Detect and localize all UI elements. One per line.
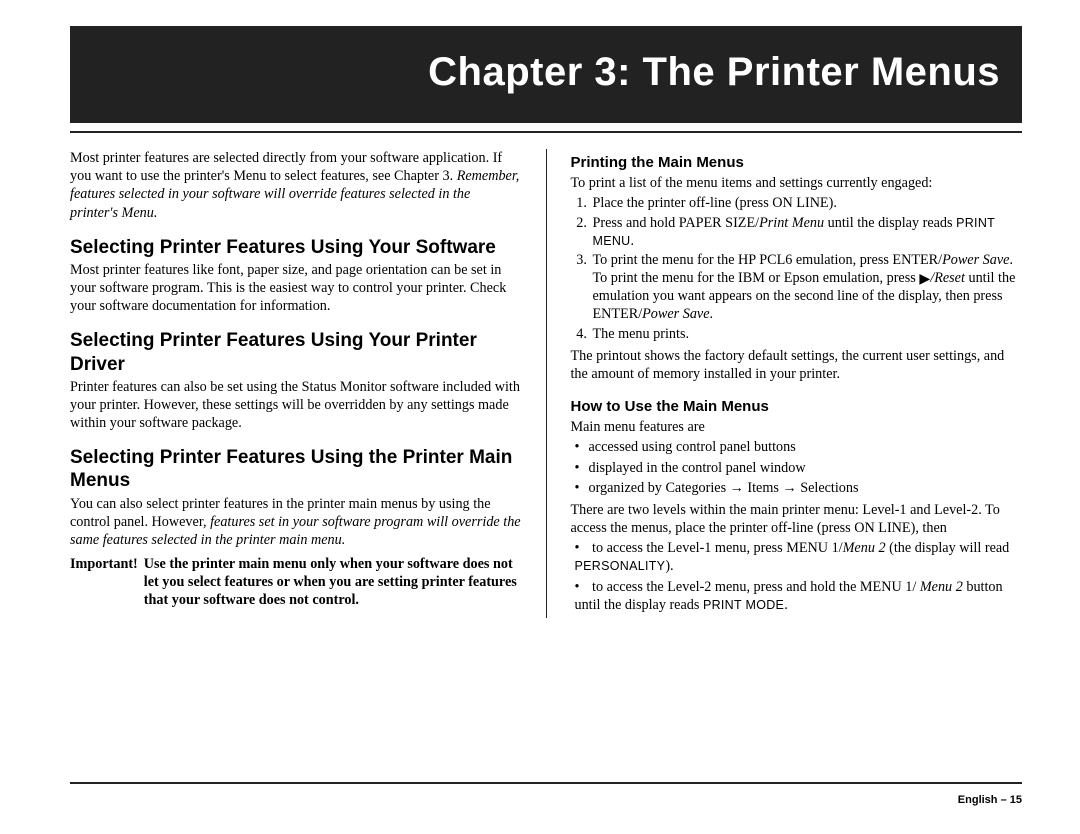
important-text: Use the printer main menu only when your… (144, 555, 522, 610)
heading-driver: Selecting Printer Features Using Your Pr… (70, 329, 522, 375)
heading-software: Selecting Printer Features Using Your So… (70, 236, 522, 259)
chapter-banner: Chapter 3: The Printer Menus (70, 26, 1022, 123)
howto-intro: Main menu features are (570, 418, 1022, 436)
heading-printing: Printing the Main Menus (570, 153, 1022, 172)
step-3: To print the menu for the HP PCL6 emulat… (590, 251, 1022, 324)
heading-howto: How to Use the Main Menus (570, 397, 1022, 416)
right-column: Printing the Main Menus To print a list … (570, 149, 1022, 618)
bottom-rule (70, 782, 1022, 784)
step-2: Press and hold PAPER SIZE/Print Menu unt… (590, 214, 1022, 250)
page: Chapter 3: The Printer Menus Most printe… (0, 0, 1080, 834)
step-1: Place the printer off-line (press ON LIN… (590, 194, 1022, 212)
bullet-3: organized by Categories → Items → Select… (574, 479, 1022, 497)
chapter-title: Chapter 3: The Printer Menus (428, 50, 1000, 94)
levels-paragraph: There are two levels within the main pri… (570, 501, 1022, 537)
level-bullets: to access the Level-1 menu, press MENU 1… (570, 539, 1022, 614)
paragraph-software: Most printer features like font, paper s… (70, 261, 522, 316)
paragraph-main-menus: You can also select printer features in … (70, 495, 522, 550)
intro-paragraph: Most printer features are selected direc… (70, 149, 522, 222)
top-rule (70, 131, 1022, 133)
bullet-2: displayed in the control panel window (574, 459, 1022, 477)
left-column: Most printer features are selected direc… (70, 149, 522, 618)
content-columns: Most printer features are selected direc… (70, 149, 1022, 618)
important-label: Important! (70, 555, 138, 610)
printout-paragraph: The printout shows the factory default s… (570, 347, 1022, 383)
bullet-1: accessed using control panel buttons (574, 438, 1022, 456)
printing-steps: Place the printer off-line (press ON LIN… (570, 194, 1022, 342)
intro-text: Most printer features are selected direc… (70, 150, 502, 184)
level-bullet-2: to access the Level-2 menu, press and ho… (574, 578, 1022, 614)
step-4: The menu prints. (590, 325, 1022, 343)
level-bullet-1: to access the Level-1 menu, press MENU 1… (574, 539, 1022, 575)
page-footer: English – 15 (958, 794, 1022, 806)
heading-main-menus: Selecting Printer Features Using the Pri… (70, 446, 522, 492)
howto-bullets: accessed using control panel buttons dis… (570, 438, 1022, 497)
important-note: Important! Use the printer main menu onl… (70, 555, 522, 610)
paragraph-driver: Printer features can also be set using t… (70, 378, 522, 433)
column-divider (546, 149, 547, 618)
printing-intro: To print a list of the menu items and se… (570, 174, 1022, 192)
play-icon: ▶ (919, 270, 930, 288)
